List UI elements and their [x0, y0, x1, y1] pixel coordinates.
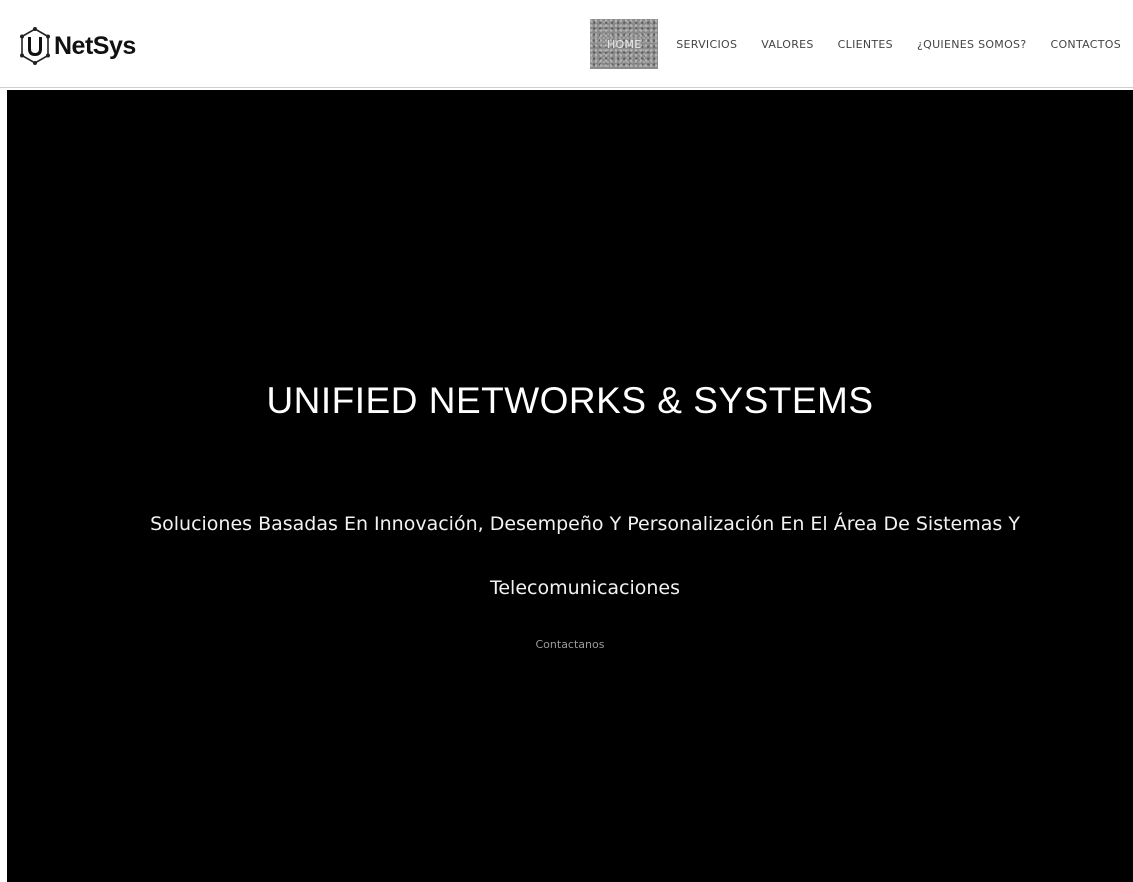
hero-title: UNIFIED NETWORKS & SYSTEMS: [266, 380, 874, 421]
main-nav: HOME SERVICIOS VALORES CLIENTES ¿QUIENES…: [590, 19, 1133, 69]
hero-subtitle: Soluciones Basadas En Innovación, Desemp…: [150, 513, 1020, 599]
hero-section: UNIFIED NETWORKS & SYSTEMS Soluciones Ba…: [7, 90, 1133, 882]
u-hexagon-logo-icon: [20, 27, 50, 65]
nav-item-home[interactable]: HOME: [590, 19, 659, 69]
nav-item-clientes[interactable]: CLIENTES: [826, 19, 905, 69]
page: NetSys HOME SERVICIOS VALORES CLIENTES ¿…: [0, 0, 1133, 882]
nav-item-valores[interactable]: VALORES: [749, 19, 825, 69]
nav-item-contactos[interactable]: CONTACTOS: [1038, 19, 1133, 69]
navbar: NetSys HOME SERVICIOS VALORES CLIENTES ¿…: [0, 0, 1133, 88]
contact-us-link[interactable]: Contactanos: [7, 638, 1133, 651]
nav-item-quienes-somos[interactable]: ¿QUIENES SOMOS?: [905, 19, 1039, 69]
nav-item-servicios[interactable]: SERVICIOS: [664, 19, 749, 69]
brand-name: NetSys: [54, 31, 136, 60]
brand[interactable]: NetSys: [18, 26, 136, 66]
